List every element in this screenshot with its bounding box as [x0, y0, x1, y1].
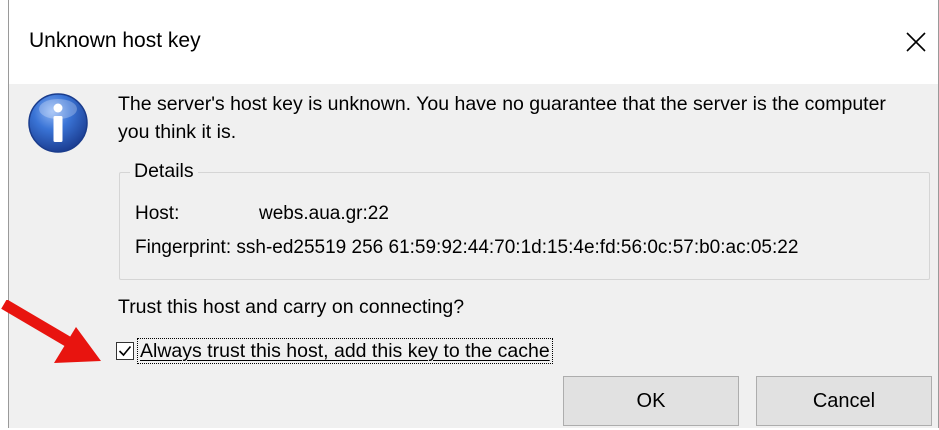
host-label: Host: — [135, 203, 180, 224]
dialog-title: Unknown host key — [29, 29, 201, 52]
screenshot-stage: Unknown host key The server's host key i… — [0, 0, 939, 430]
close-button[interactable] — [894, 20, 938, 64]
message-text: The server's host key is unknown. You ha… — [118, 93, 886, 143]
close-icon — [906, 32, 926, 52]
host-row: Host: webs.aua.gr:22 — [135, 203, 389, 225]
title-bar: Unknown host key — [9, 0, 938, 84]
fingerprint-row: Fingerprint: ssh-ed25519 256 61:59:92:44… — [135, 237, 798, 259]
details-legend: Details — [130, 160, 198, 183]
always-trust-checkbox[interactable] — [116, 342, 134, 360]
always-trust-checkbox-row[interactable]: Always trust this host, add this key to … — [116, 337, 553, 365]
information-icon — [28, 93, 88, 153]
unknown-host-key-dialog: Unknown host key The server's host key i… — [8, 0, 939, 428]
checkmark-icon — [118, 345, 132, 357]
fingerprint-label: Fingerprint: — [135, 237, 232, 258]
cancel-button[interactable]: Cancel — [756, 376, 932, 426]
fingerprint-value: ssh-ed25519 256 61:59:92:44:70:1d:15:4e:… — [236, 237, 799, 258]
details-groupbox: Details Host: webs.aua.gr:22 Fingerprint:… — [119, 160, 930, 280]
host-value: webs.aua.gr:22 — [259, 203, 389, 224]
trust-question: Trust this host and carry on connecting? — [118, 296, 465, 318]
ok-button[interactable]: OK — [563, 376, 739, 426]
always-trust-label[interactable]: Always trust this host, add this key to … — [137, 338, 553, 364]
red-arrow-icon — [1, 300, 101, 363]
